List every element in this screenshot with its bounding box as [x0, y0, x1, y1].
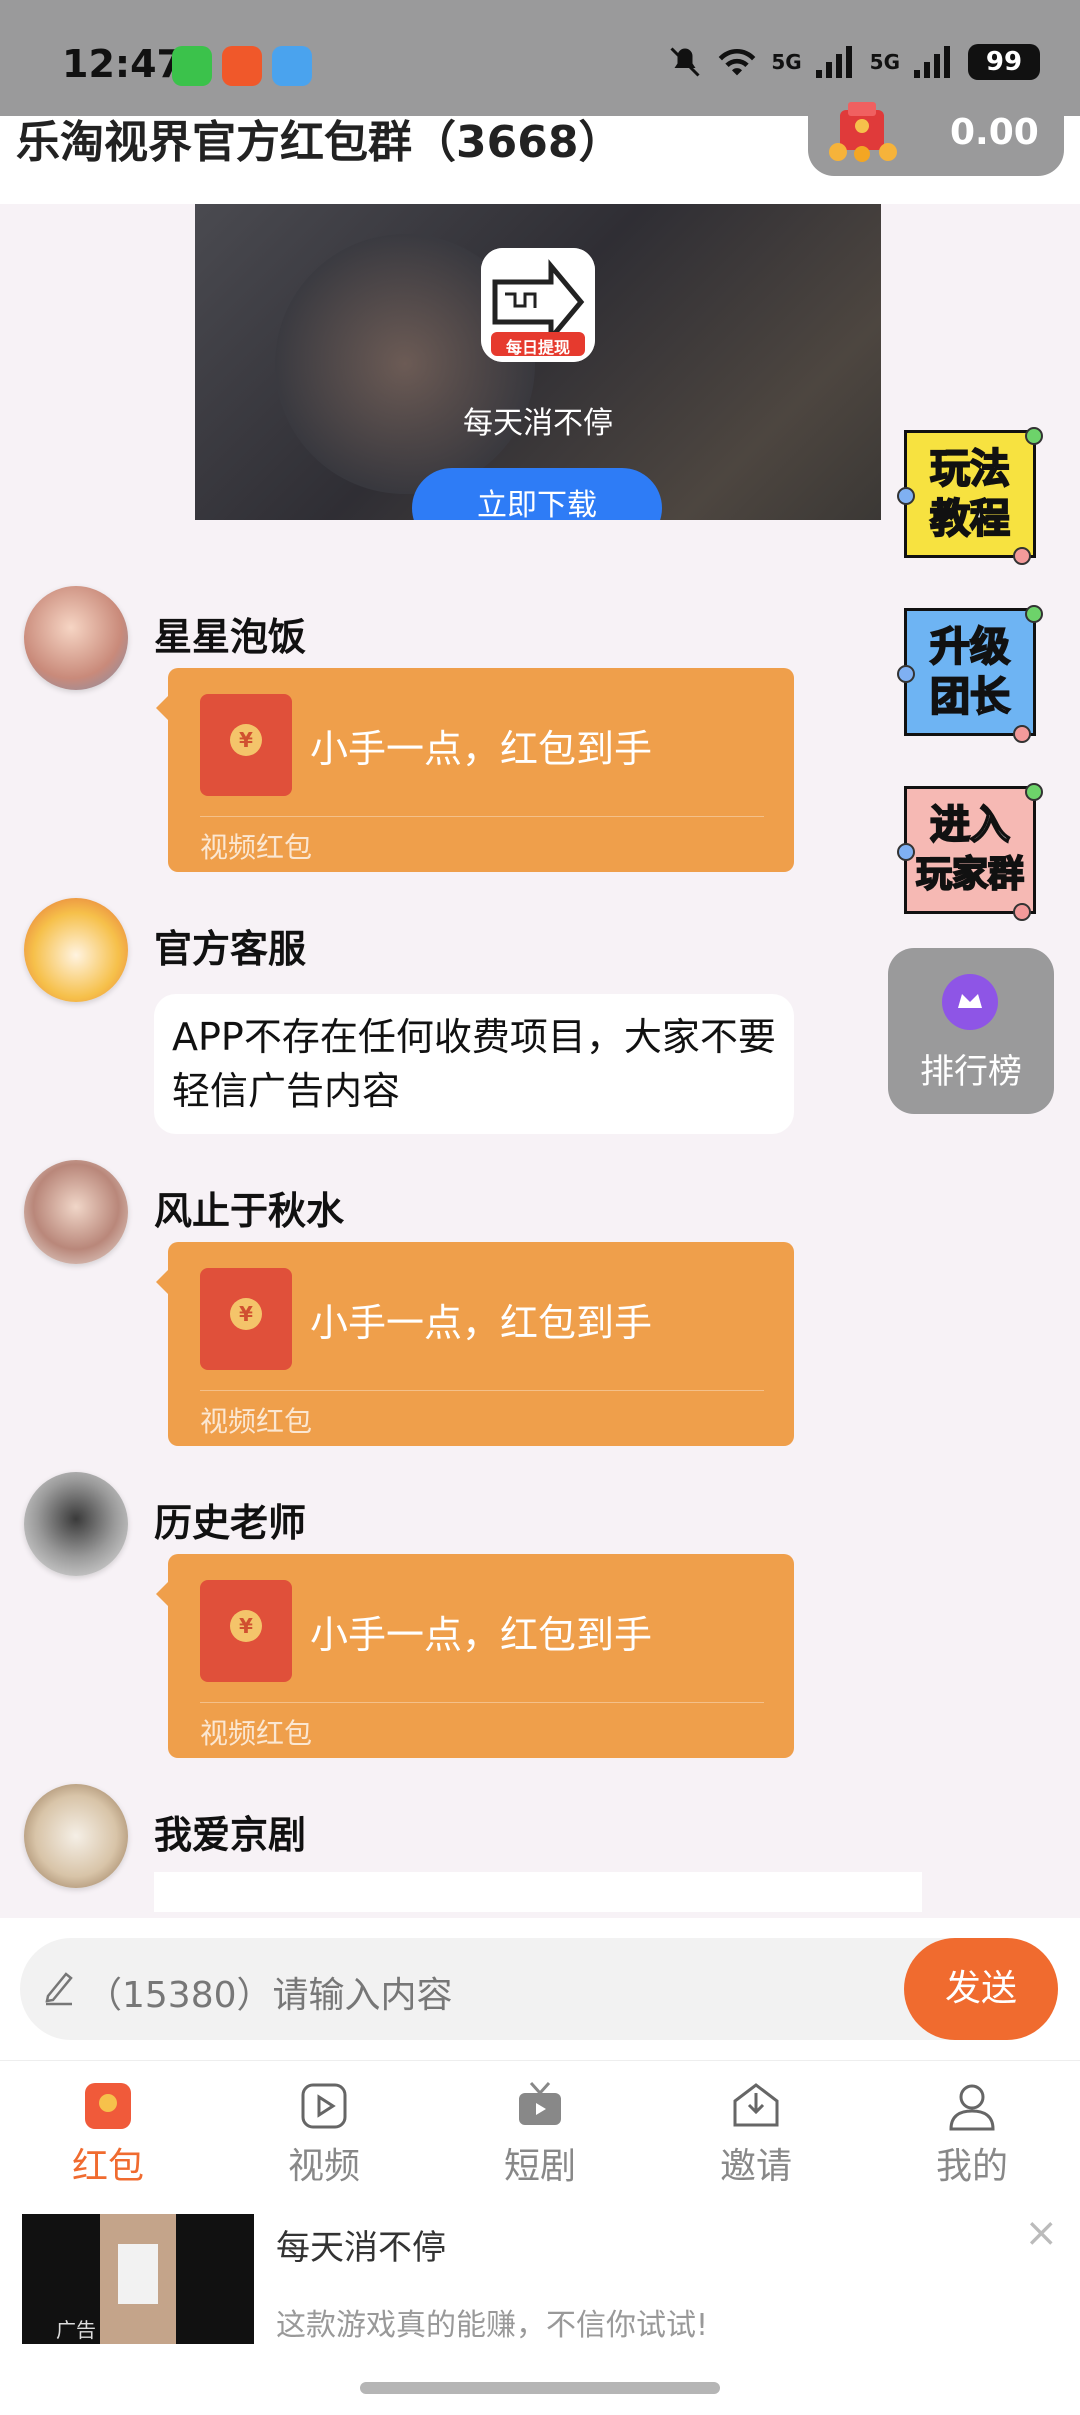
decor-dot [1025, 783, 1043, 801]
avatar[interactable] [24, 898, 128, 1002]
wechat-icon [172, 46, 212, 86]
tab-label: 我的 [935, 2146, 1008, 2187]
crown-icon [942, 974, 998, 1030]
wifi-icon [718, 48, 756, 76]
ranking-label: 排行榜 [920, 1052, 1022, 1092]
mute-bell-icon [670, 47, 700, 77]
join-group-button[interactable]: 进入 玩家群 [897, 783, 1043, 921]
redpacket-bubble[interactable]: ¥ 小手一点，红包到手 视频红包 [156, 668, 794, 872]
upgrade-label-1: 升级 [929, 623, 1011, 671]
redpacket-icon [85, 2083, 131, 2129]
tutorial-button[interactable]: 玩法 教程 [897, 427, 1043, 565]
input-placeholder: （15380）请输入内容 [86, 1975, 453, 2016]
network-label-2: 5G [869, 50, 900, 74]
redpacket-divider [200, 1702, 764, 1703]
decor-dot [1013, 725, 1031, 743]
decor-dot [1013, 903, 1031, 921]
sender-name: 历史老师 [154, 1501, 307, 1545]
invite-icon [733, 2083, 779, 2127]
ad-app-icon: 每日提现 [481, 248, 595, 362]
redpacket-divider [200, 816, 764, 817]
battery-level: 99 [985, 47, 1023, 77]
redpacket-type: 视频红包 [200, 1717, 313, 1750]
tab-invite[interactable]: 邀请 [648, 2061, 864, 2210]
upgrade-leader-button[interactable]: 升级 团长 [897, 605, 1043, 743]
upgrade-label-2: 团长 [929, 673, 1011, 721]
decor-dot [897, 843, 915, 861]
wallet-amount: 0.00 [950, 111, 1039, 153]
redpacket-icon: ¥ [200, 1580, 292, 1682]
tab-video[interactable]: 视频 [216, 2061, 432, 2210]
tab-label: 视频 [287, 2146, 360, 2187]
sender-name: 星星泡饭 [154, 615, 307, 659]
decor-dot [1025, 427, 1043, 445]
bottom-nav: 红包 视频 短剧 邀请 我的 [0, 2060, 1080, 2210]
ranking-button[interactable]: 排行榜 [888, 948, 1054, 1114]
decor-dot [1013, 547, 1031, 565]
network-label-1: 5G [771, 50, 802, 74]
signal-icon-1 [815, 46, 852, 78]
home-indicator[interactable] [360, 2382, 720, 2394]
battery-icon: 99 [968, 44, 1040, 80]
redpacket-icon: ¥ [200, 1268, 292, 1370]
message-input-bar: （15380）请输入内容 发送 [0, 1918, 1080, 2060]
message-bubble-partial [154, 1872, 922, 1912]
ad-title: 每天消不停 [276, 2228, 446, 2268]
redpacket-type: 视频红包 [200, 1405, 313, 1438]
join-label-1: 进入 [929, 801, 1011, 849]
redpacket-bubble[interactable]: ¥ 小手一点，红包到手 视频红包 [156, 1242, 794, 1446]
decor-dot [897, 665, 915, 683]
redpacket-text: 小手一点，红包到手 [310, 727, 653, 771]
tab-label: 邀请 [719, 2146, 792, 2187]
avatar[interactable] [24, 1784, 128, 1888]
tutorial-label-1: 玩法 [929, 445, 1011, 493]
ad-tag: 广告 [56, 2318, 96, 2342]
pencil-icon [45, 1972, 73, 2006]
text-bubble: APP不存在任何收费项目，大家不要轻信广告内容 [154, 994, 794, 1134]
send-button[interactable]: 发送 [904, 1938, 1058, 2040]
avatar[interactable] [24, 1160, 128, 1264]
status-time: 12:47 [62, 42, 183, 86]
tab-label: 红包 [71, 2146, 144, 2187]
join-label-2: 玩家群 [915, 853, 1025, 896]
sender-name: 我爱京剧 [154, 1813, 307, 1857]
video-icon [301, 2083, 347, 2129]
tab-short-drama[interactable]: 短剧 [432, 2061, 648, 2210]
avatar[interactable] [24, 586, 128, 690]
app-notification-icon [272, 46, 312, 86]
ad-app-badge: 每日提现 [505, 338, 570, 357]
decor-dot [897, 487, 915, 505]
tab-label: 短剧 [503, 2146, 576, 2187]
avatar[interactable] [24, 1472, 128, 1576]
status-right: 5G 5G 99 [667, 44, 1040, 80]
tv-icon [519, 2081, 561, 2125]
redpacket-icon: ¥ [200, 694, 292, 796]
redpacket-type: 视频红包 [200, 831, 313, 864]
redpacket-text: 小手一点，红包到手 [310, 1613, 653, 1657]
ad-description: 这款游戏真的能赚，不信你试试! [276, 2308, 709, 2343]
user-icon [949, 2084, 995, 2131]
sender-name: 官方客服 [154, 927, 307, 971]
tab-profile[interactable]: 我的 [864, 2061, 1080, 2210]
tab-redpacket[interactable]: 红包 [0, 2061, 216, 2210]
status-app-icons [172, 46, 312, 86]
tutorial-label-2: 教程 [929, 495, 1011, 543]
ad-caption: 每天消不停 [463, 406, 613, 441]
redpacket-text: 小手一点，红包到手 [310, 1301, 653, 1345]
message-input[interactable]: （15380）请输入内容 [20, 1938, 1040, 2040]
kuaishou-icon [222, 46, 262, 86]
wallet-button[interactable]: 0.00 [808, 88, 1064, 176]
top-ad-banner[interactable]: 每日提现 每天消不停 立即下载 [195, 204, 881, 520]
ad-thumbnail-phone [118, 2244, 158, 2304]
redpacket-divider [200, 1390, 764, 1391]
decor-dot [1025, 605, 1043, 623]
close-icon[interactable]: × [1024, 2210, 1058, 2256]
signal-icon-2 [914, 46, 950, 78]
redpacket-bubble[interactable]: ¥ 小手一点，红包到手 视频红包 [156, 1554, 794, 1758]
sender-name: 风止于秋水 [154, 1189, 345, 1233]
ad-download-button[interactable]: 立即下载 [412, 468, 662, 520]
red-envelope-icon [829, 102, 897, 162]
